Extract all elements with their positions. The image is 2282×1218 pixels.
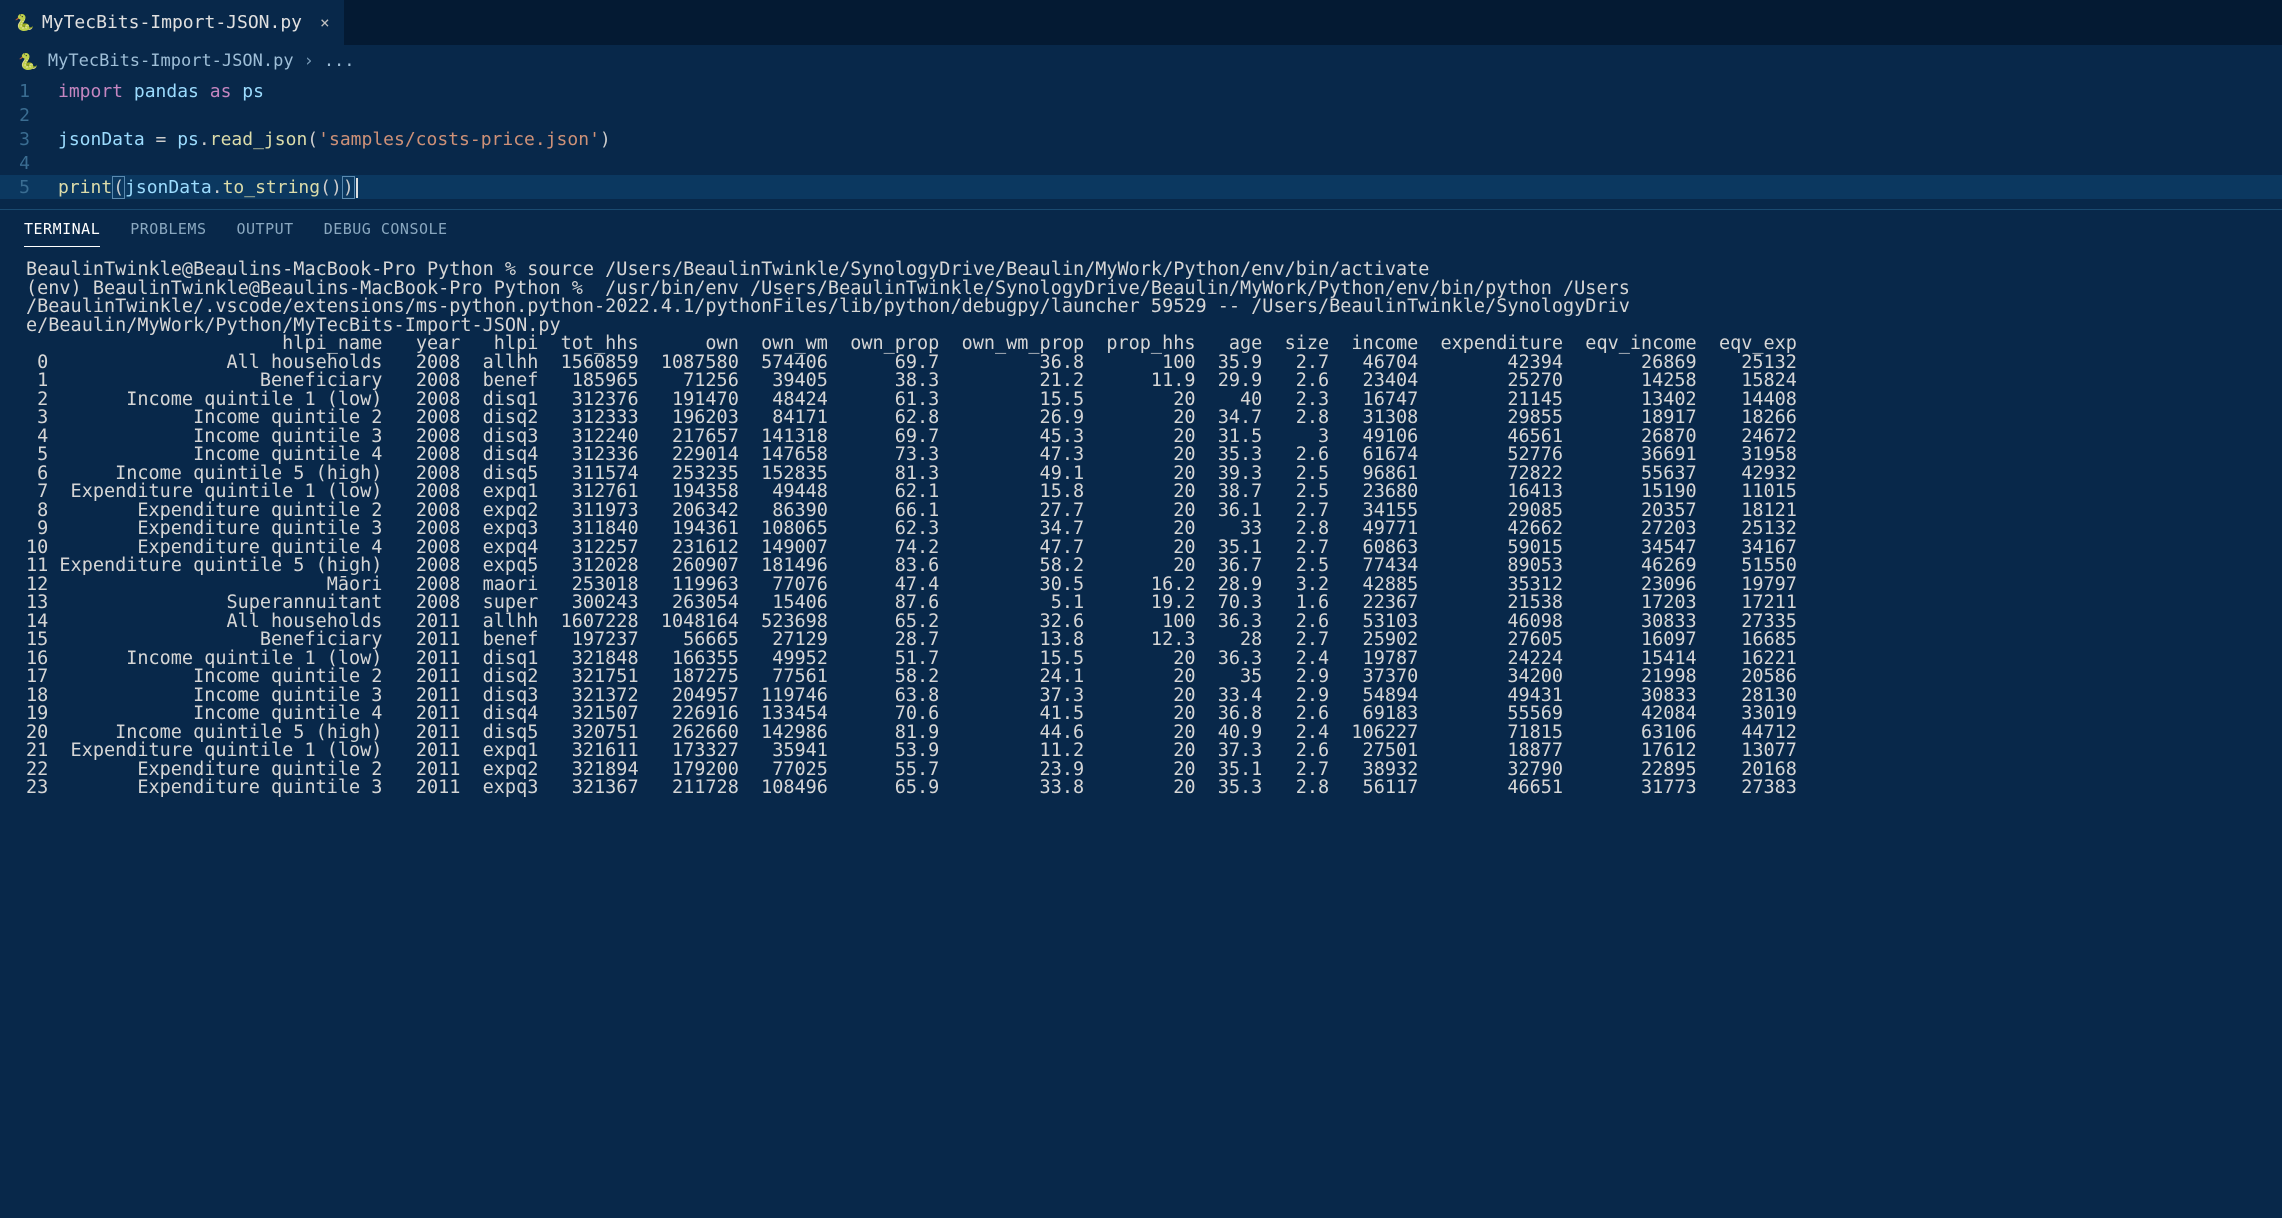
table-row: 7 Expenditure quintile 1 (low) 2008 expq… xyxy=(26,483,2256,502)
table-row: 3 Income quintile 2 2008 disq2 312333 19… xyxy=(26,409,2256,428)
table-row: 19 Income quintile 4 2011 disq4 321507 2… xyxy=(26,705,2256,724)
table-row: 5 Income quintile 4 2008 disq4 312336 22… xyxy=(26,446,2256,465)
table-row: 21 Expenditure quintile 1 (low) 2011 exp… xyxy=(26,742,2256,761)
tab-bar: 🐍 MyTecBits-Import-JSON.py × xyxy=(0,0,2282,45)
python-icon: 🐍 xyxy=(14,13,34,32)
panel-tabs: TERMINAL PROBLEMS OUTPUT DEBUG CONSOLE xyxy=(0,209,2282,247)
tab-filename: MyTecBits-Import-JSON.py xyxy=(42,12,302,33)
text-cursor xyxy=(356,178,358,198)
breadcrumb-file[interactable]: MyTecBits-Import-JSON.py xyxy=(48,51,294,71)
code-editor[interactable]: 1 import pandas as ps 2 3 jsonData = ps.… xyxy=(0,77,2282,209)
tab-debug-console[interactable]: DEBUG CONSOLE xyxy=(324,220,448,247)
terminal-output[interactable]: BeaulinTwinkle@Beaulins-MacBook-Pro Pyth… xyxy=(0,247,2282,812)
table-row: 17 Income quintile 2 2011 disq2 321751 1… xyxy=(26,668,2256,687)
python-icon: 🐍 xyxy=(18,52,38,71)
tab-terminal[interactable]: TERMINAL xyxy=(24,220,100,247)
table-row: 9 Expenditure quintile 3 2008 expq3 3118… xyxy=(26,520,2256,539)
table-row: 1 Beneficiary 2008 benef 185965 71256 39… xyxy=(26,372,2256,391)
editor-tab[interactable]: 🐍 MyTecBits-Import-JSON.py × xyxy=(0,0,345,45)
line-number: 1 xyxy=(0,81,58,102)
table-row: 23 Expenditure quintile 3 2011 expq3 321… xyxy=(26,779,2256,798)
table-row: 11 Expenditure quintile 5 (high) 2008 ex… xyxy=(26,557,2256,576)
chevron-right-icon: › xyxy=(304,51,314,71)
tab-output[interactable]: OUTPUT xyxy=(237,220,294,247)
tab-problems[interactable]: PROBLEMS xyxy=(130,220,206,247)
breadcrumb-more[interactable]: ... xyxy=(324,51,355,71)
line-number: 3 xyxy=(0,129,58,150)
line-number: 5 xyxy=(0,177,58,198)
breadcrumb[interactable]: 🐍 MyTecBits-Import-JSON.py › ... xyxy=(0,45,2282,77)
table-row: 15 Beneficiary 2011 benef 197237 56665 2… xyxy=(26,631,2256,650)
table-row: 13 Superannuitant 2008 super 300243 2630… xyxy=(26,594,2256,613)
line-number: 4 xyxy=(0,153,58,174)
line-number: 2 xyxy=(0,105,58,126)
close-icon[interactable]: × xyxy=(320,13,330,32)
